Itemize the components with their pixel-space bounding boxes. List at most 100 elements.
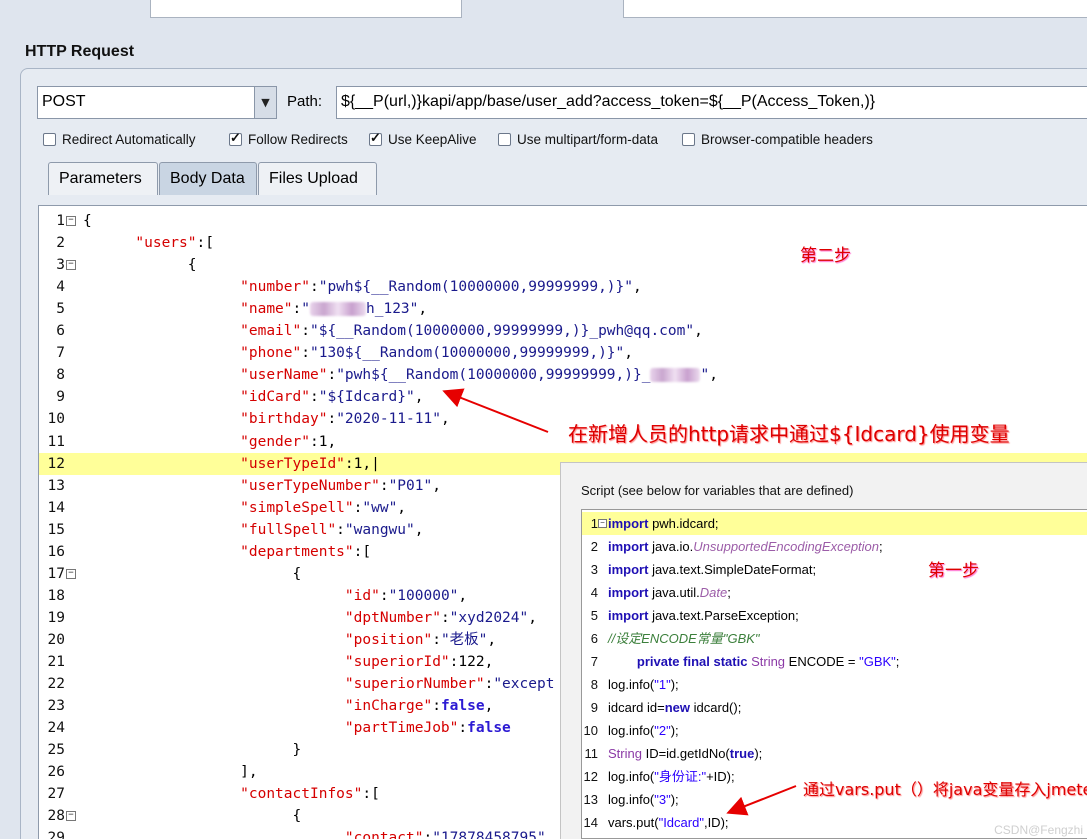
line-number: 15 [47, 521, 65, 538]
code-text: "inCharge":false, [344, 698, 494, 715]
path-label: Path: [287, 93, 323, 110]
fold-toggle-icon[interactable]: − [66, 260, 76, 271]
code-text: "dptNumber":"xyd2024", [344, 609, 537, 626]
line-number: 12 [583, 769, 598, 784]
line-number: 12 [47, 455, 65, 472]
path-input[interactable]: ${__P(url,)}kapi/app/base/user_add?acces… [336, 86, 1087, 119]
line-number: 8 [590, 677, 598, 692]
tab-files-upload[interactable]: Files Upload [258, 162, 377, 195]
code-text: "birthday":"2020-11-11", [240, 411, 450, 428]
fold-toggle-icon[interactable]: − [66, 568, 76, 579]
code-text: String ID=id.getIdNo(true); [608, 746, 763, 761]
code-text: private final static String ENCODE = "GB… [636, 654, 900, 669]
line-number: 9 [590, 700, 598, 715]
line-number: 17 [47, 565, 65, 582]
method-value: POST [42, 93, 86, 110]
code-text: vars.put("Idcard",ID); [608, 815, 729, 830]
body-line: 5 "name":" h_123", [39, 298, 1087, 320]
option-follow-redirects[interactable]: Follow Redirects [229, 130, 348, 147]
code-text: log.info("3"); [608, 792, 679, 807]
checkbox[interactable] [682, 133, 695, 146]
code-text: "gender":1, [240, 433, 337, 450]
script-line: 11 String ID=id.getIdNo(true); [582, 742, 1087, 765]
line-number: 3 [590, 562, 598, 577]
line-number: 28 [47, 808, 65, 825]
option-label: Use multipart/form-data [517, 132, 659, 147]
checkbox[interactable] [43, 133, 56, 146]
code-text: "fullSpell":"wangwu", [240, 521, 424, 538]
line-number: 6 [590, 631, 598, 646]
code-text: { [83, 213, 92, 229]
line-number: 13 [47, 477, 65, 494]
option-multipart-form-data[interactable]: Use multipart/form-data [498, 132, 658, 147]
line-number: 6 [56, 323, 65, 340]
option-use-keepalive[interactable]: Use KeepAlive [369, 130, 477, 147]
redacted-text [310, 302, 366, 317]
line-number: 24 [47, 720, 65, 737]
code-text: "userName":"pwh${__Random(10000000,99999… [240, 367, 718, 384]
line-number: 14 [583, 815, 598, 830]
code-text: "number":"pwh${__Random(10000000,9999999… [240, 279, 642, 296]
code-text: "departments":[ [240, 543, 372, 560]
code-text: "userTypeNumber":"P01", [240, 477, 441, 494]
code-text: "contactInfos":[ [240, 786, 380, 803]
checkbox[interactable] [498, 133, 511, 146]
code-text: idcard id=new idcard(); [608, 700, 742, 715]
code-text: log.info("2"); [608, 723, 679, 738]
line-number: 18 [47, 587, 65, 604]
line-number: 1 [56, 213, 65, 229]
annotation-step2: 第二步 [800, 246, 851, 266]
script-line: 9 idcard id=new idcard(); [582, 696, 1087, 719]
watermark: CSDN@Fengzhi [994, 823, 1083, 837]
code-text: "position":"老板", [344, 631, 497, 648]
code-text: { [83, 565, 302, 582]
code-text: } [83, 742, 302, 759]
script-line: 3 import java.text.SimpleDateFormat; [582, 558, 1087, 581]
checkbox-checked[interactable] [369, 130, 382, 146]
section-title: HTTP Request [25, 43, 135, 60]
checkbox-checked[interactable] [229, 130, 242, 146]
line-number: 27 [47, 786, 65, 803]
code-text: "idCard":"${Idcard}", [240, 389, 424, 406]
script-line: 2 import java.io.UnsupportedEncodingExcep… [582, 535, 1087, 558]
option-browser-compatible-headers[interactable]: Browser-compatible headers [682, 132, 873, 147]
line-number: 16 [47, 543, 65, 560]
line-number: 22 [47, 676, 65, 693]
code-text: import java.text.ParseException; [608, 608, 799, 623]
method-select[interactable]: POST ▼ [37, 86, 277, 119]
option-redirect-automatically[interactable]: Redirect Automatically [43, 132, 196, 147]
annotation-step1: 第一步 [928, 561, 979, 581]
top-toolbar [0, 0, 1087, 26]
script-line: 6 //设定ENCODE常量"GBK" [582, 627, 1087, 650]
fold-toggle-icon[interactable]: − [66, 216, 76, 226]
redacted-text [650, 368, 701, 383]
line-number: 1 [590, 516, 598, 531]
body-line: 4 "number":"pwh${__Random(10000000,99999… [39, 276, 1087, 298]
body-line: 2 "users":[ [39, 232, 1087, 254]
fold-toggle-icon[interactable]: − [598, 519, 607, 528]
line-number: 25 [47, 742, 65, 759]
line-number: 19 [47, 609, 65, 626]
top-input-right[interactable] [623, 0, 1087, 18]
chevron-down-icon[interactable]: ▼ [254, 87, 276, 118]
tab-body-data[interactable]: Body Data [159, 162, 257, 195]
code-text: "phone":"130${__Random(10000000,99999999… [240, 345, 633, 362]
code-text: "superiorNumber":"except [344, 676, 555, 693]
fold-toggle-icon[interactable]: − [66, 811, 76, 822]
script-line: 10 log.info("2"); [582, 719, 1087, 742]
top-input-left[interactable] [150, 0, 462, 18]
line-number: 29 [47, 830, 65, 839]
code-text: "simpleSpell":"ww", [240, 499, 407, 516]
line-number: 4 [56, 279, 65, 296]
line-number: 26 [47, 764, 65, 781]
line-number: 14 [47, 499, 65, 516]
option-label: Browser-compatible headers [701, 132, 873, 147]
code-text: //设定ENCODE常量"GBK" [608, 631, 760, 646]
body-line: 7 "phone":"130${__Random(10000000,999999… [39, 342, 1087, 364]
script-line: 4 import java.util.Date; [582, 581, 1087, 604]
line-number: 3 [56, 257, 65, 274]
line-number: 7 [56, 345, 65, 362]
option-label: Redirect Automatically [62, 132, 196, 147]
tab-parameters[interactable]: Parameters [48, 162, 158, 195]
line-number: 4 [590, 585, 598, 600]
